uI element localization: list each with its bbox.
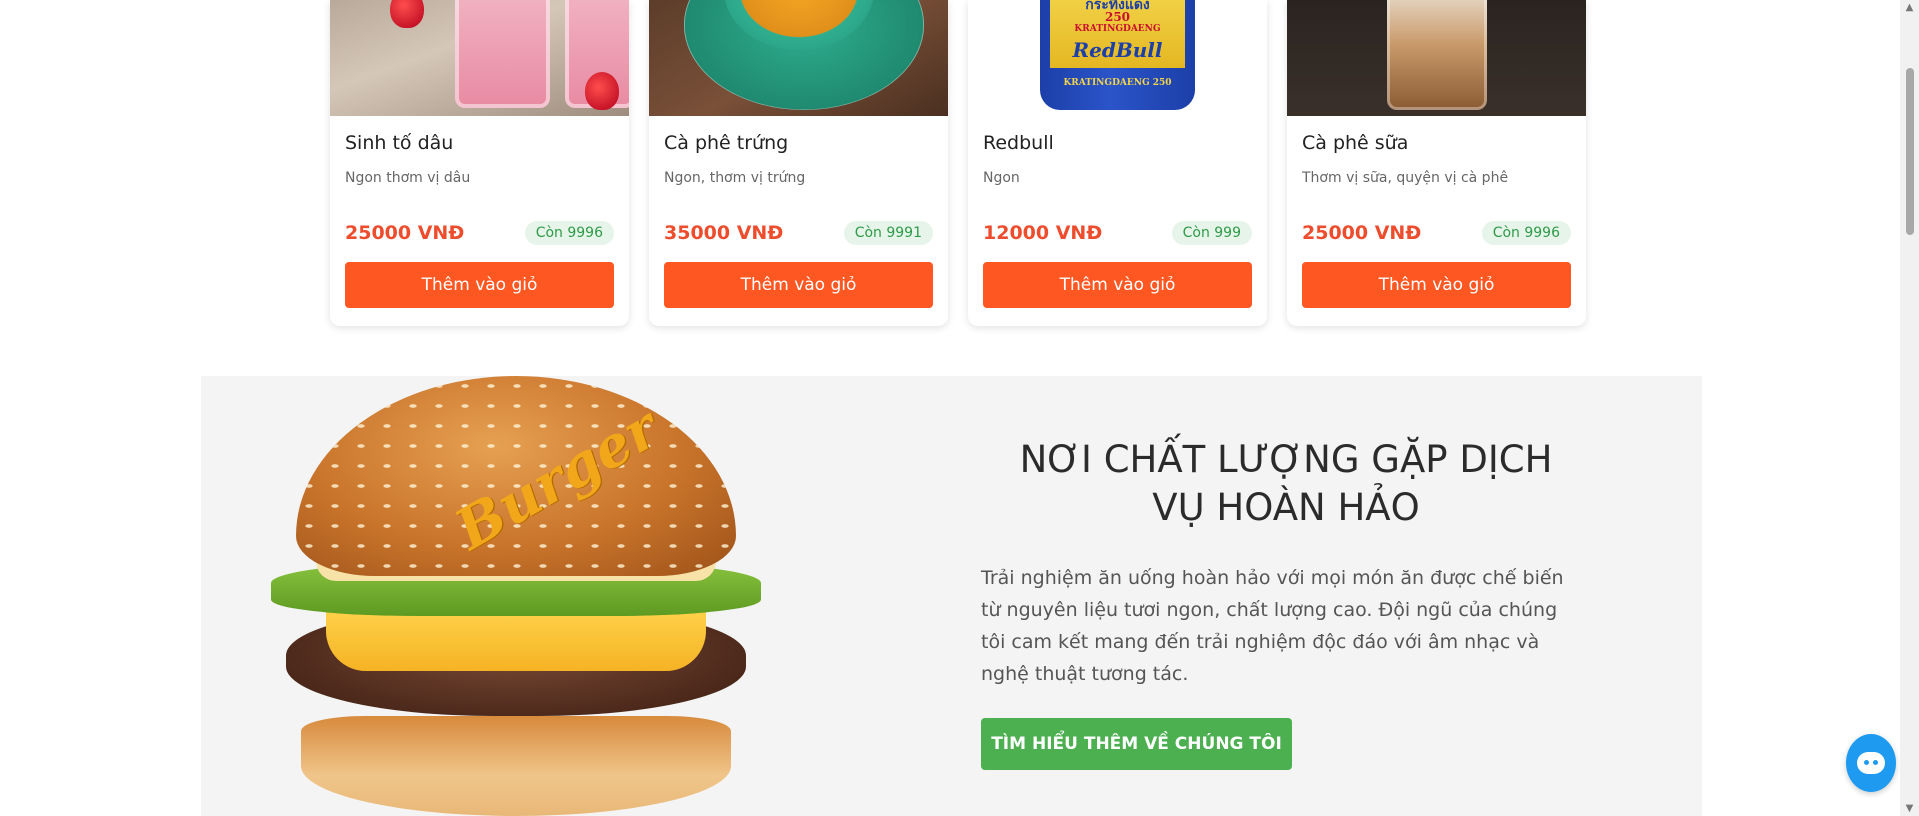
burger-image: Burger	[266, 376, 766, 816]
stock-badge: Còn 999	[1171, 221, 1252, 245]
bun-bottom	[301, 716, 731, 816]
scroll-up-arrow-icon[interactable]: ▲	[1900, 2, 1919, 13]
product-price: 35000 VNĐ	[664, 222, 784, 244]
product-card-body: Sinh tố dâu Ngon thơm vị dâu 25000 VNĐ C…	[330, 116, 629, 308]
product-description: Ngon thơm vị dâu	[345, 170, 471, 186]
can-logo: RedBull	[1072, 38, 1163, 62]
about-title: NƠI CHẤT LƯỢNG GẶP DỊCH VỤ HOÀN HẢO	[1019, 438, 1553, 529]
product-description: Thơm vị sữa, quyện vị cà phê	[1302, 170, 1509, 186]
vertical-scrollbar[interactable]: ▲ ▼	[1900, 0, 1919, 816]
add-to-cart-button[interactable]: Thêm vào giỏ	[1302, 262, 1571, 308]
can-text-brand: KRATINGDAENG	[1074, 24, 1161, 34]
price-row: 25000 VNĐ Còn 9996	[345, 218, 614, 248]
about-section: Burger NƠI CHẤT LƯỢNG GẶP DỊCH VỤ HOÀN H…	[201, 376, 1702, 816]
product-price: 12000 VNĐ	[983, 222, 1103, 244]
about-content: NƠI CHẤT LƯỢNG GẶP DỊCH VỤ HOÀN HẢO Trải…	[981, 436, 1581, 770]
product-name: Sinh tố dâu	[345, 132, 454, 154]
smoothie-glass	[455, 0, 550, 108]
product-card: Cà phê trứng Ngon, thơm vị trứng 35000 V…	[649, 0, 948, 326]
product-name: Cà phê sữa	[1302, 132, 1409, 154]
learn-more-button[interactable]: TÌM HIỂU THÊM VỀ CHÚNG TÔI	[981, 718, 1292, 770]
product-card-body: Cà phê trứng Ngon, thơm vị trứng 35000 V…	[649, 116, 948, 308]
product-card: Cà phê sữa Thơm vị sữa, quyện vị cà phê …	[1287, 0, 1586, 326]
add-to-cart-button[interactable]: Thêm vào giỏ	[345, 262, 614, 308]
product-list: Sinh tố dâu Ngon thơm vị dâu 25000 VNĐ C…	[330, 0, 1586, 326]
redbull-can-image: กระทิงแดง 250 KRATINGDAENG RedBull KRATI…	[968, 0, 1267, 116]
can-text-bottom: KRATINGDAENG 250	[1063, 78, 1172, 88]
price-row: 12000 VNĐ Còn 999	[983, 218, 1252, 248]
product-card: กระทิงแดง 250 KRATINGDAENG RedBull KRATI…	[968, 0, 1267, 326]
strawberry	[585, 72, 619, 110]
price-row: 25000 VNĐ Còn 9996	[1302, 218, 1571, 248]
stock-badge: Còn 9996	[524, 221, 614, 245]
product-description: Ngon, thơm vị trứng	[664, 170, 806, 186]
product-name: Redbull	[983, 132, 1054, 154]
chat-bot-icon	[1857, 752, 1885, 774]
redbull-can: กระทิงแดง 250 KRATINGDAENG RedBull KRATI…	[1040, 0, 1195, 110]
add-to-cart-button[interactable]: Thêm vào giỏ	[664, 262, 933, 308]
egg-coffee-image	[649, 0, 948, 116]
iced-milk-coffee-image	[1287, 0, 1586, 116]
stock-badge: Còn 9991	[843, 221, 933, 245]
coffee-glass	[1387, 0, 1487, 110]
chat-bot-button[interactable]	[1846, 734, 1896, 792]
product-price: 25000 VNĐ	[1302, 222, 1422, 244]
product-card: Sinh tố dâu Ngon thơm vị dâu 25000 VNĐ C…	[330, 0, 629, 326]
scroll-down-arrow-icon[interactable]: ▼	[1900, 803, 1919, 814]
scroll-thumb[interactable]	[1906, 68, 1914, 235]
product-card-body: Redbull Ngon 12000 VNĐ Còn 999 Thêm vào …	[968, 116, 1267, 308]
add-to-cart-button[interactable]: Thêm vào giỏ	[983, 262, 1252, 308]
can-text-number: 250	[1104, 10, 1131, 24]
strawberry	[390, 0, 424, 28]
product-name: Cà phê trứng	[664, 132, 789, 154]
product-description: Ngon	[983, 170, 1020, 186]
strawberry-smoothie-image	[330, 0, 629, 116]
product-price: 25000 VNĐ	[345, 222, 465, 244]
stock-badge: Còn 9996	[1481, 221, 1571, 245]
price-row: 35000 VNĐ Còn 9991	[664, 218, 933, 248]
product-card-body: Cà phê sữa Thơm vị sữa, quyện vị cà phê …	[1287, 116, 1586, 308]
about-description: Trải nghiệm ăn uống hoàn hảo với mọi món…	[981, 567, 1564, 685]
